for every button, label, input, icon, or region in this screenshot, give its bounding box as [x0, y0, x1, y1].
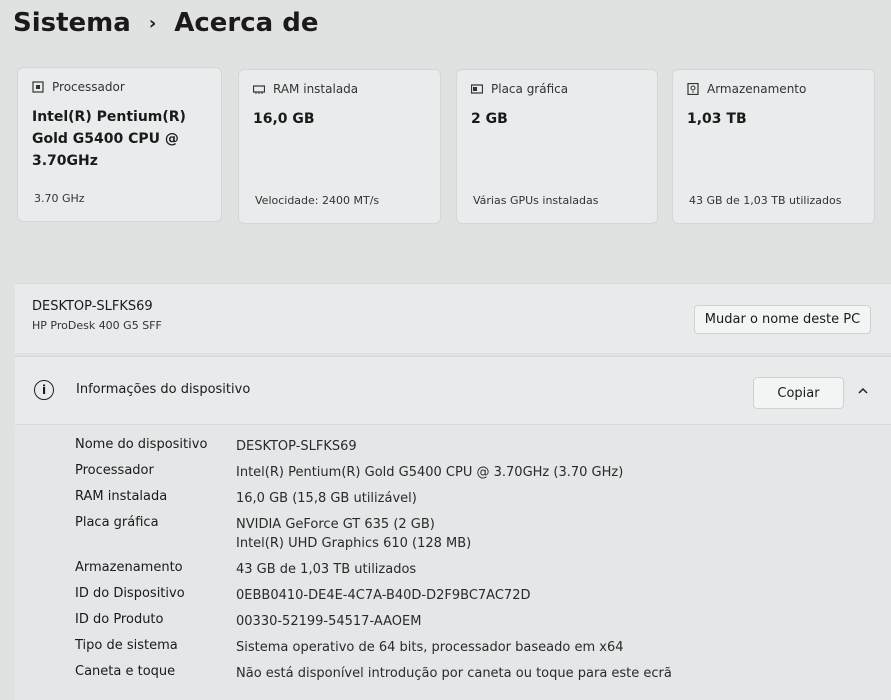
- card-title: Placa gráfica: [491, 82, 569, 96]
- device-spec-list: Nome do dispositivo DESKTOP-SLFKS69 Proc…: [15, 424, 891, 700]
- spec-value: Sistema operativo de 64 bits, processado…: [236, 640, 624, 655]
- card-value: Intel(R) Pentium(R) Gold G5400 CPU @ 3.7…: [32, 109, 186, 169]
- spec-value: Intel(R) Pentium(R) Gold G5400 CPU @ 3.7…: [236, 465, 624, 480]
- spec-label: Caneta e toque: [75, 664, 176, 679]
- card-sub: Velocidade: 2400 MT/s: [255, 194, 380, 207]
- spec-value: NVIDIA GeForce GT 635 (2 GB): [236, 517, 435, 532]
- spec-label: Nome do dispositivo: [75, 437, 208, 452]
- info-icon: i: [34, 380, 54, 400]
- breadcrumb-parent[interactable]: Sistema: [13, 8, 131, 38]
- card-processor[interactable]: Processador Intel(R) Pentium(R) Gold G54…: [17, 67, 222, 222]
- page-title: Acerca de: [174, 8, 319, 38]
- spec-label: ID do Dispositivo: [75, 586, 185, 601]
- spec-label: Placa gráfica: [75, 515, 159, 530]
- spec-value: Não está disponível introdução por canet…: [236, 666, 672, 681]
- ram-icon: [253, 85, 265, 94]
- spec-value: 16,0 GB (15,8 GB utilizável): [236, 491, 417, 506]
- spec-value: 00330-52199-54517-AAOEM: [236, 614, 422, 629]
- card-sub: 43 GB de 1,03 TB utilizados: [689, 194, 842, 207]
- device-name-section: DESKTOP-SLFKS69 HP ProDesk 400 G5 SFF Mu…: [15, 283, 891, 353]
- card-gpu[interactable]: Placa gráfica 2 GB Várias GPUs instalada…: [456, 69, 658, 224]
- spec-value-secondary: Intel(R) UHD Graphics 610 (128 MB): [236, 536, 472, 551]
- chevron-right-icon: ›: [148, 12, 157, 34]
- spec-label: ID do Produto: [75, 612, 164, 627]
- spec-label: RAM instalada: [75, 489, 168, 504]
- storage-icon: [687, 83, 699, 95]
- card-storage[interactable]: Armazenamento 1,03 TB 43 GB de 1,03 TB u…: [672, 69, 875, 224]
- device-info-header[interactable]: i Informações do dispositivo Copiar: [15, 356, 891, 424]
- chevron-up-icon[interactable]: [856, 384, 870, 398]
- card-value: 2 GB: [471, 111, 508, 127]
- card-ram[interactable]: RAM instalada 16,0 GB Velocidade: 2400 M…: [238, 69, 441, 224]
- spec-label: Armazenamento: [75, 560, 183, 575]
- device-model: HP ProDesk 400 G5 SFF: [32, 319, 162, 332]
- device-name: DESKTOP-SLFKS69: [32, 299, 153, 314]
- card-title: Armazenamento: [707, 82, 807, 96]
- settings-page: Sistema › Acerca de Processador Intel(R)…: [0, 0, 891, 700]
- card-title: Processador: [52, 80, 125, 94]
- copy-button[interactable]: Copiar: [753, 377, 844, 409]
- card-value: 1,03 TB: [687, 111, 747, 127]
- gpu-icon: [471, 84, 483, 94]
- rename-pc-button[interactable]: Mudar o nome deste PC: [694, 305, 871, 334]
- spec-value: 0EBB0410-DE4E-4C7A-B40D-D2F9BC7AC72D: [236, 588, 531, 603]
- spec-value: DESKTOP-SLFKS69: [236, 439, 357, 454]
- card-sub: 3.70 GHz: [34, 192, 85, 205]
- card-title: RAM instalada: [273, 82, 359, 96]
- card-sub: Várias GPUs instaladas: [473, 194, 599, 207]
- spec-value: 43 GB de 1,03 TB utilizados: [236, 562, 417, 577]
- card-value: 16,0 GB: [253, 111, 315, 127]
- section-title: Informações do dispositivo: [76, 382, 251, 397]
- breadcrumb: Sistema › Acerca de: [13, 8, 318, 38]
- spec-label: Tipo de sistema: [75, 638, 178, 653]
- spec-label: Processador: [75, 463, 154, 478]
- processor-icon: [32, 81, 44, 93]
